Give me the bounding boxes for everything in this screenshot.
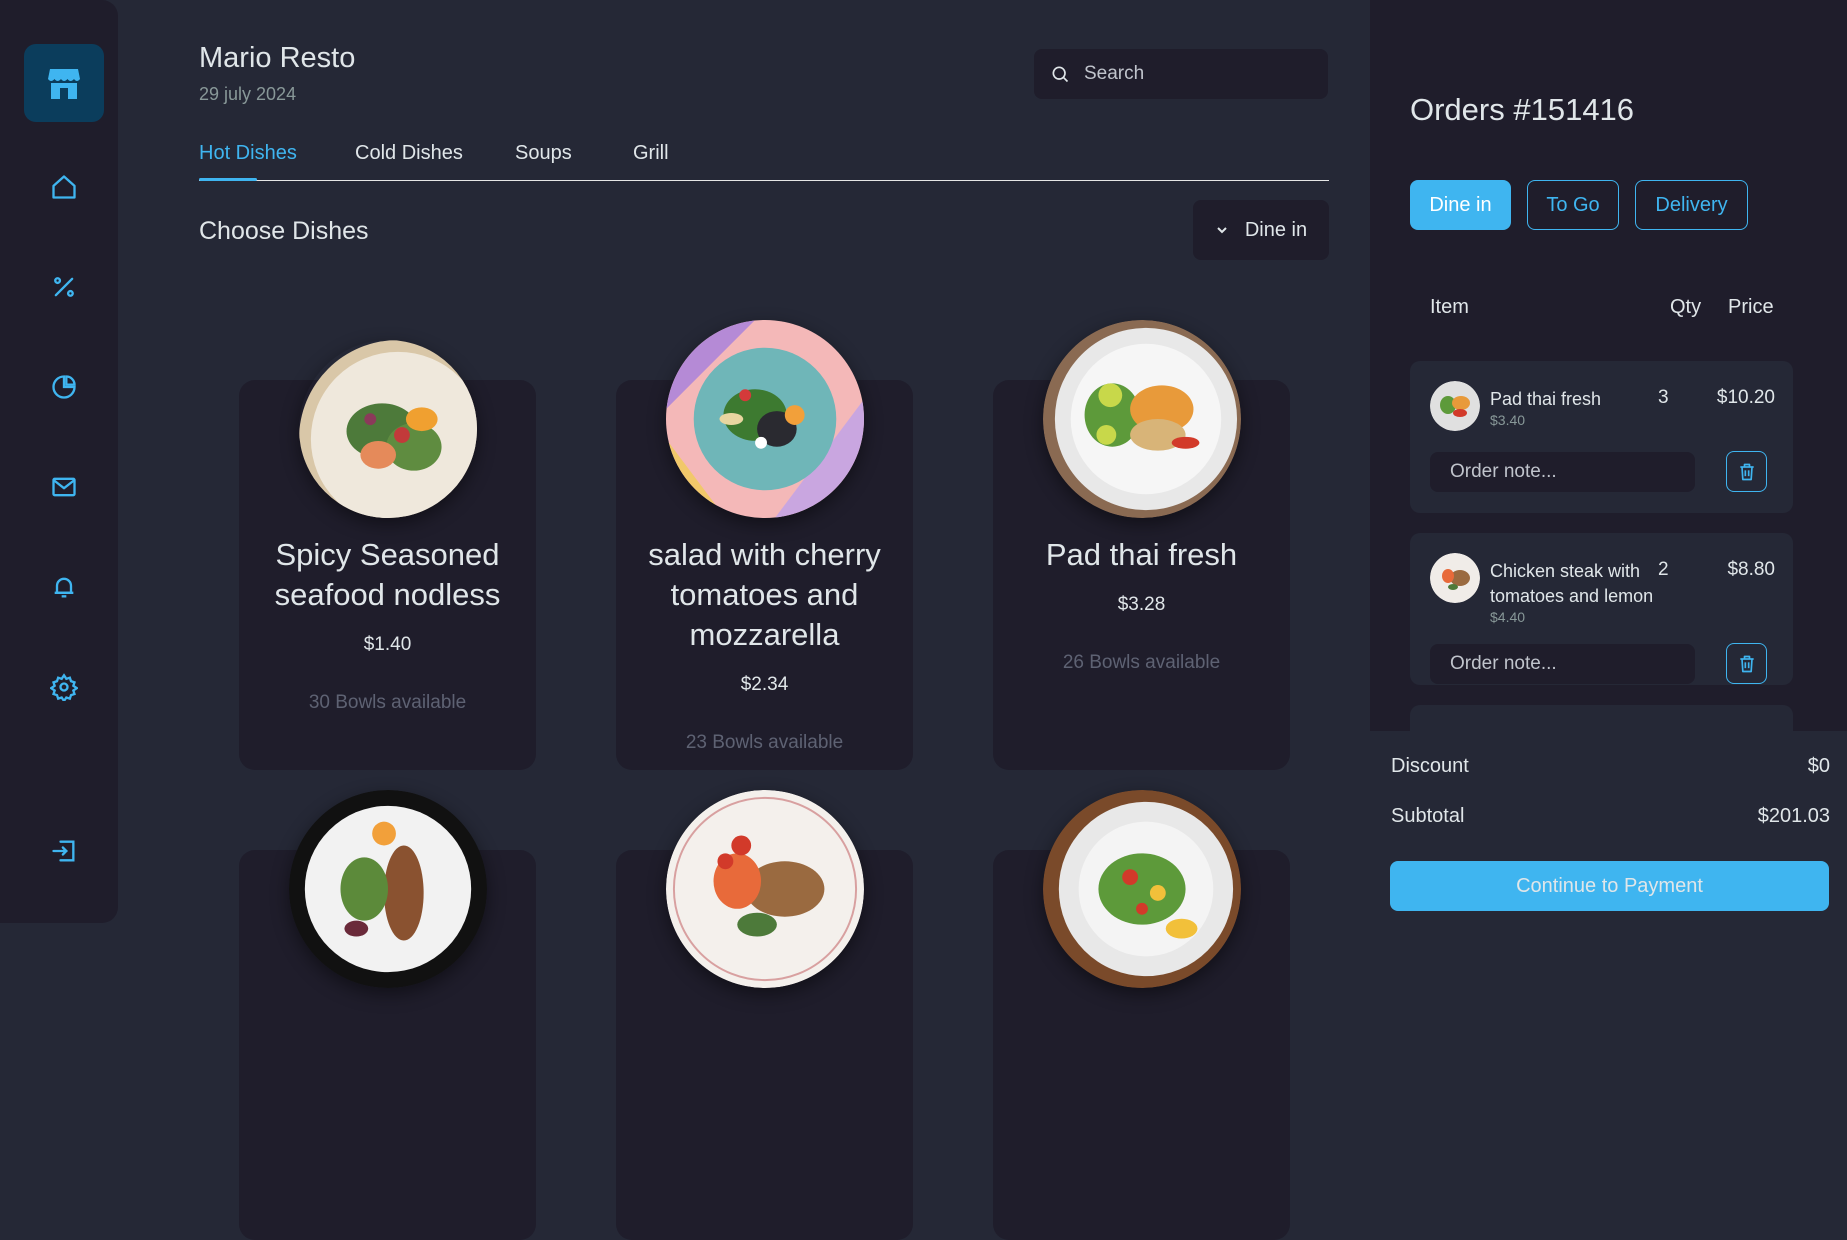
dish-image	[1042, 320, 1241, 518]
discount-row: Discount $0	[1391, 755, 1830, 778]
dish-price: $1.40	[363, 634, 412, 655]
dish-card[interactable]	[239, 790, 536, 1240]
dish-name: Spicy Seasoned seafood nodless $1.40 30 …	[259, 535, 516, 723]
search-icon	[1052, 66, 1069, 83]
dish-image	[298, 340, 477, 518]
trash-icon	[1739, 655, 1754, 672]
discount-icon[interactable]	[40, 263, 88, 311]
order-note-input[interactable]	[1430, 644, 1695, 684]
continue-to-payment-button[interactable]: Continue to Payment	[1390, 861, 1829, 911]
delete-item-button[interactable]	[1726, 643, 1767, 684]
category-tabs: Hot Dishes Cold Dishes Soups Grill	[199, 142, 1329, 181]
tab-grill[interactable]: Grill	[633, 142, 669, 165]
page-title: Mario Resto	[199, 42, 356, 74]
dish-image	[665, 790, 864, 988]
order-item: Pad thai fresh $3.40 3 $10.20	[1410, 361, 1793, 513]
column-item: Item	[1430, 296, 1469, 318]
chevron-down-icon	[1217, 227, 1227, 234]
order-note-input[interactable]	[1430, 452, 1695, 492]
order-item-unit-price: $4.40	[1490, 609, 1526, 625]
dish-card[interactable]: salad with cherry tomatoes and mozzarell…	[616, 320, 913, 770]
section-title: Choose Dishes	[199, 217, 369, 245]
column-qty: Qty	[1670, 296, 1702, 318]
dish-title: Pad thai fresh	[1045, 537, 1238, 572]
mail-icon[interactable]	[40, 463, 88, 511]
order-item-qty[interactable]: 3	[1658, 387, 1669, 409]
order-list: Pad thai fresh $3.40 3 $10.20 Order note…	[1410, 361, 1810, 731]
order-type-dine-in[interactable]: Dine in	[1410, 180, 1511, 230]
dine-option-dropdown[interactable]: Dine in	[1193, 200, 1329, 260]
order-item: Chicken steak with tomatoes and lemon $4…	[1410, 533, 1793, 685]
dish-image	[665, 320, 864, 518]
trash-icon	[1739, 463, 1754, 480]
home-icon[interactable]	[40, 163, 88, 211]
dashboard-icon[interactable]	[40, 363, 88, 411]
tab-cold-dishes[interactable]: Cold Dishes	[355, 142, 463, 165]
column-price: Price	[1728, 296, 1774, 318]
main-content: Mario Resto 29 july 2024 Hot Dishes Cold…	[118, 0, 1370, 1240]
dish-availability: 23 Bowls available	[685, 732, 844, 753]
dish-card[interactable]: Pad thai fresh $3.28 26 Bowls available	[993, 320, 1290, 770]
page-date: 29 july 2024	[199, 84, 297, 104]
order-item-total: $8.80	[1727, 559, 1775, 580]
dish-availability: 26 Bowls available	[1062, 652, 1221, 673]
dish-availability: 30 Bowls available	[308, 692, 467, 713]
order-item-unit-price: $3.40	[1490, 412, 1526, 428]
dish-image	[1042, 790, 1241, 988]
order-summary: Discount $0 Subtotal $201.03 Continue to…	[1370, 731, 1847, 923]
discount-label: Discount	[1391, 755, 1469, 777]
order-item-info: Chicken steak with tomatoes and lemon $4…	[1490, 559, 1660, 625]
order-item	[1410, 705, 1793, 731]
search-bar[interactable]	[1034, 49, 1328, 99]
sidebar	[0, 0, 118, 923]
dish-card[interactable]	[616, 790, 913, 1240]
dish-name: salad with cherry tomatoes and mozzarell…	[636, 535, 893, 763]
tab-hot-dishes[interactable]: Hot Dishes	[199, 142, 297, 165]
dish-price: $3.28	[1117, 594, 1166, 615]
delete-item-button[interactable]	[1726, 451, 1767, 492]
dish-card[interactable]	[993, 790, 1290, 1240]
order-item-info: Pad thai fresh $3.40	[1490, 387, 1660, 428]
order-item-image	[1430, 553, 1480, 603]
dish-title: salad with cherry tomatoes and mozzarell…	[648, 537, 881, 652]
subtotal-row: Subtotal $201.03	[1391, 805, 1830, 828]
dish-title: Spicy Seasoned seafood nodless	[274, 537, 501, 612]
logout-icon[interactable]	[40, 827, 88, 875]
subtotal-value: $201.03	[1757, 805, 1830, 827]
order-item-total: $10.20	[1716, 387, 1775, 408]
dine-option-label: Dine in	[1244, 218, 1308, 241]
dish-name: Pad thai fresh $3.28 26 Bowls available	[1013, 535, 1270, 683]
dish-price: $2.34	[740, 674, 789, 695]
tab-soups[interactable]: Soups	[515, 142, 572, 165]
bell-icon[interactable]	[40, 563, 88, 611]
subtotal-label: Subtotal	[1391, 805, 1465, 827]
orders-title: Orders #151416	[1410, 92, 1635, 127]
order-item-name: Chicken steak with tomatoes and lemon	[1490, 561, 1654, 606]
discount-value: $0	[1807, 755, 1830, 777]
order-item-name: Pad thai fresh	[1490, 389, 1602, 409]
order-item-qty[interactable]: 2	[1658, 559, 1669, 581]
active-tab-indicator	[199, 178, 257, 181]
settings-icon[interactable]	[40, 663, 88, 711]
dish-card[interactable]: Spicy Seasoned seafood nodless $1.40 30 …	[239, 340, 536, 770]
search-input[interactable]	[1082, 62, 1326, 86]
store-icon[interactable]	[24, 44, 104, 122]
order-item-image	[1430, 381, 1480, 431]
order-type-delivery[interactable]: Delivery	[1635, 180, 1748, 230]
dish-image	[288, 790, 487, 988]
order-type-to-go[interactable]: To Go	[1527, 180, 1619, 230]
